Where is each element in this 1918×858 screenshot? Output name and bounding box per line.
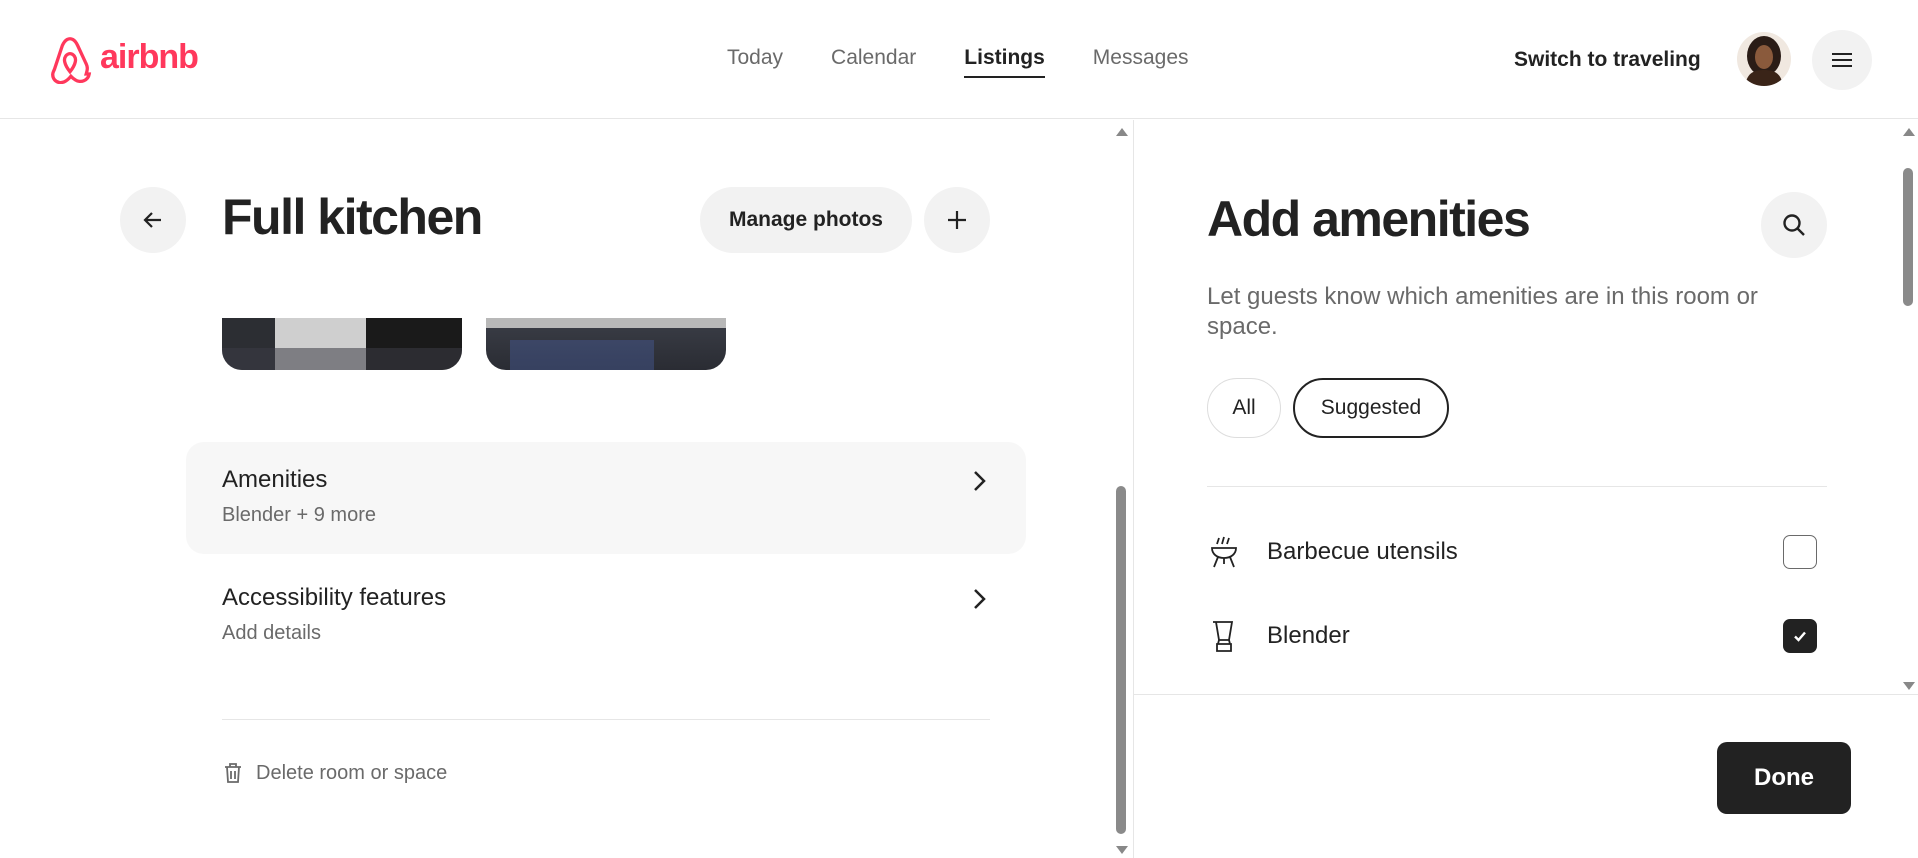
nav-messages[interactable]: Messages xyxy=(1093,46,1189,78)
nav-calendar[interactable]: Calendar xyxy=(831,46,916,78)
blender-icon xyxy=(1207,619,1241,653)
amenity-label: Blender xyxy=(1267,622,1350,649)
footer-divider xyxy=(1134,694,1918,695)
top-header: airbnb Today Calendar Listings Messages … xyxy=(0,0,1918,119)
delete-room-button[interactable]: Delete room or space xyxy=(222,761,447,785)
room-detail-panel: Full kitchen Manage photos Amenities Ble… xyxy=(0,120,1133,858)
checkmark-icon xyxy=(1794,631,1806,642)
amenity-checkbox[interactable] xyxy=(1783,535,1817,569)
row-title: Accessibility features xyxy=(222,584,447,611)
accessibility-features-row[interactable]: Accessibility features Add details xyxy=(186,560,1026,672)
amenity-item-barbecue-utensils: Barbecue utensils xyxy=(1207,527,1817,577)
scroll-up-arrow-icon[interactable] xyxy=(1116,128,1128,136)
amenities-row[interactable]: Amenities Blender + 9 more xyxy=(186,442,1026,554)
logo-text: airbnb xyxy=(100,37,199,76)
right-scrollbar[interactable] xyxy=(1900,120,1916,694)
search-icon xyxy=(1783,214,1805,236)
avatar[interactable] xyxy=(1737,32,1791,86)
done-button[interactable]: Done xyxy=(1717,742,1851,814)
arrow-left-icon xyxy=(143,212,161,228)
barbecue-icon xyxy=(1207,535,1241,569)
nav-today[interactable]: Today xyxy=(727,46,783,78)
filter-chip-suggested[interactable]: Suggested xyxy=(1293,378,1449,438)
row-subtitle: Blender + 9 more xyxy=(222,504,376,526)
divider xyxy=(222,719,990,720)
trash-icon xyxy=(225,763,241,783)
main-nav: Today Calendar Listings Messages xyxy=(727,46,1189,78)
avatar-image xyxy=(1737,32,1791,86)
amenity-label: Barbecue utensils xyxy=(1267,538,1458,565)
switch-to-traveling-link[interactable]: Switch to traveling xyxy=(1514,48,1701,72)
chevron-right-icon xyxy=(974,589,986,609)
hamburger-icon xyxy=(1832,53,1852,67)
panel-subtitle: Let guests know which amenities are in t… xyxy=(1207,283,1758,340)
row-subtitle: Add details xyxy=(222,622,321,644)
airbnb-logo-icon xyxy=(51,37,92,84)
scroll-thumb[interactable] xyxy=(1903,168,1913,306)
nav-listings[interactable]: Listings xyxy=(964,46,1045,78)
room-photo[interactable] xyxy=(486,318,726,370)
scroll-down-arrow-icon[interactable] xyxy=(1116,846,1128,854)
row-title: Amenities xyxy=(222,466,328,493)
chevron-right-icon xyxy=(974,471,986,491)
filter-chip-all[interactable]: All xyxy=(1207,378,1281,438)
back-button[interactable] xyxy=(120,187,186,253)
menu-button[interactable] xyxy=(1812,30,1872,90)
page-title: Full kitchen xyxy=(222,189,483,245)
search-button[interactable] xyxy=(1761,192,1827,258)
left-scrollbar[interactable] xyxy=(1113,120,1129,858)
airbnb-logo[interactable]: airbnb xyxy=(46,34,199,84)
add-amenities-panel: Add amenities Let guests know which amen… xyxy=(1133,120,1918,858)
manage-photos-button[interactable]: Manage photos xyxy=(700,187,912,253)
delete-label: Delete room or space xyxy=(256,761,448,784)
scroll-thumb[interactable] xyxy=(1116,486,1126,834)
plus-icon xyxy=(948,211,966,229)
amenity-checkbox[interactable] xyxy=(1783,619,1817,653)
amenity-item-blender: Blender xyxy=(1207,611,1817,661)
scroll-up-arrow-icon[interactable] xyxy=(1903,128,1915,136)
scroll-down-arrow-icon[interactable] xyxy=(1903,682,1915,690)
room-photo[interactable] xyxy=(222,318,462,370)
divider xyxy=(1207,486,1827,487)
add-photo-button[interactable] xyxy=(924,187,990,253)
panel-title: Add amenities xyxy=(1207,191,1531,247)
